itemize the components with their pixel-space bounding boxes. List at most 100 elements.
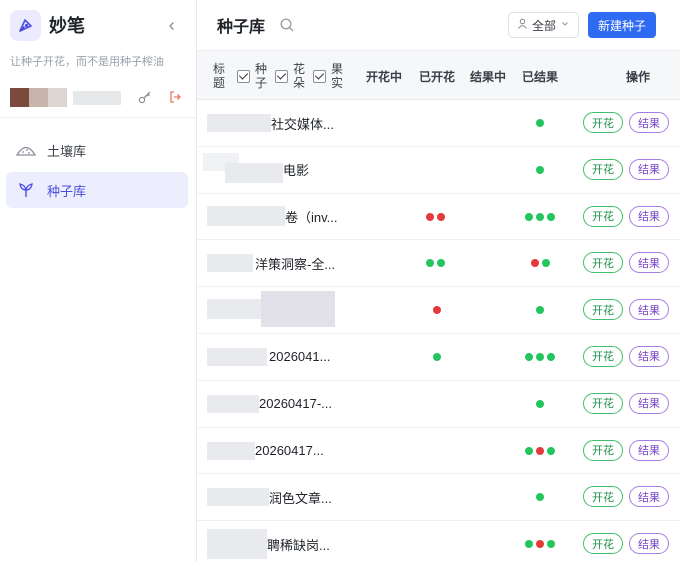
table-row[interactable]: 聘稀缺岗... 开花 结果	[197, 521, 680, 562]
status-dot	[547, 446, 555, 455]
fruited-status	[536, 147, 544, 193]
bloom-button[interactable]: 开花	[583, 392, 623, 414]
logout-icon[interactable]	[168, 90, 182, 109]
table-row[interactable]: 电影 开花 结果	[197, 147, 680, 194]
seed-title[interactable]: 洋策洞察-全...	[255, 240, 335, 286]
status-dot	[547, 212, 555, 221]
status-dot	[536, 306, 544, 315]
fruited-status	[536, 474, 544, 520]
fruited-status	[536, 287, 544, 333]
table-row[interactable]: 2026041... 开花 结果	[197, 334, 680, 381]
fruited-status	[536, 100, 544, 146]
bloom-button[interactable]: 开花	[583, 205, 623, 227]
fruit-button[interactable]: 结果	[629, 392, 669, 414]
column-fruiting[interactable]: 结果中	[470, 51, 506, 101]
fruit-button[interactable]: 结果	[629, 345, 669, 367]
user-name	[73, 90, 121, 105]
column-title[interactable]: 标题	[211, 51, 227, 101]
fruit-button[interactable]: 结果	[629, 299, 669, 321]
fruited-status	[525, 334, 555, 380]
sidebar-item-label: 土壤库	[47, 143, 87, 159]
table-row[interactable]: 洋策洞察-全... 开花 结果	[197, 240, 680, 288]
column-seed: 种子	[255, 62, 268, 90]
seed-title[interactable]: 20260417-...	[259, 381, 332, 427]
bloom-button[interactable]: 开花	[583, 252, 623, 274]
seed-title[interactable]: 20260417...	[255, 428, 324, 474]
column-blooming[interactable]: 开花中	[366, 51, 402, 101]
sidebar-item-seeds[interactable]: 种子库	[6, 172, 188, 208]
new-seed-button[interactable]: 新建种子	[588, 12, 656, 38]
redacted-text	[207, 394, 259, 413]
redacted-text	[207, 441, 255, 460]
checkbox[interactable]	[237, 69, 250, 83]
fruited-status	[525, 428, 555, 474]
app-tagline: 让种子开花，而不是用种子榨油	[10, 56, 164, 68]
seed-title[interactable]: 卷（inv...	[285, 194, 338, 240]
status-dot	[547, 540, 555, 549]
fruit-button[interactable]: 结果	[629, 252, 669, 274]
checkbox[interactable]	[313, 69, 326, 83]
quill-logo-icon	[10, 9, 41, 41]
fruit-button[interactable]: 结果	[629, 158, 669, 180]
table-row[interactable]: 20260417... 开花 结果	[197, 428, 680, 475]
redacted-text	[207, 114, 271, 132]
sidebar-item-soil[interactable]: 土壤库	[6, 132, 188, 168]
collapse-sidebar-icon[interactable]	[164, 18, 180, 34]
bloom-button[interactable]: 开花	[583, 112, 623, 133]
avatar[interactable]	[10, 88, 67, 107]
soil-icon	[16, 142, 36, 158]
bloom-button[interactable]: 开花	[583, 439, 623, 461]
seed-title[interactable]: 2026041...	[269, 334, 330, 380]
bloom-button[interactable]: 开花	[583, 299, 623, 321]
sidebar-nav: 土壤库 种子库	[0, 118, 196, 208]
checkbox[interactable]	[275, 69, 288, 83]
status-dot	[536, 212, 544, 221]
redacted-text	[207, 529, 267, 560]
table-row[interactable]: 社交媒体... 开花 结果	[197, 100, 680, 147]
fruit-button[interactable]: 结果	[629, 439, 669, 461]
seed-title[interactable]: 聘稀缺岗...	[267, 521, 330, 562]
fruit-button[interactable]: 结果	[629, 533, 669, 555]
fruited-status	[531, 240, 550, 286]
user-bar	[0, 78, 196, 118]
bloom-button[interactable]: 开花	[583, 486, 623, 508]
key-icon[interactable]	[138, 90, 152, 109]
fruit-column-toggle[interactable]: 果实	[313, 51, 343, 101]
column-bloomed[interactable]: 已开花	[419, 51, 455, 101]
status-dot	[525, 446, 533, 455]
fruit-button[interactable]: 结果	[629, 486, 669, 508]
bloom-button[interactable]: 开花	[583, 533, 623, 555]
seed-title[interactable]: 社交媒体...	[271, 100, 334, 146]
redacted-text	[207, 254, 253, 273]
seed-column-toggle[interactable]: 种子	[237, 51, 267, 101]
fruit-button[interactable]: 结果	[629, 205, 669, 227]
search-icon[interactable]	[279, 17, 295, 33]
bloom-button[interactable]: 开花	[583, 158, 623, 180]
table-header: 标题 种子 花朵 果实 开花中 已开花 结果中 已结果 操作	[197, 50, 680, 100]
status-dot	[433, 306, 441, 315]
app-name: 妙笔	[49, 16, 85, 36]
fruited-status	[536, 381, 544, 427]
table-row[interactable]: 20260417-... 开花 结果	[197, 381, 680, 428]
redacted-image	[261, 291, 335, 328]
app-window: 妙笔 让种子开花，而不是用种子榨油 土壤库 种子库 种子库 全部 新建种子 标题…	[0, 0, 680, 562]
column-fruited[interactable]: 已结果	[522, 51, 558, 101]
fruited-status	[525, 521, 555, 562]
status-dot	[536, 165, 544, 174]
table-row[interactable]: 开花 结果	[197, 287, 680, 334]
sidebar: 妙笔 让种子开花，而不是用种子榨油 土壤库 种子库	[0, 0, 197, 562]
status-dot	[547, 352, 555, 361]
seed-icon	[16, 182, 36, 198]
table-row[interactable]: 卷（inv... 开花 结果	[197, 194, 680, 241]
bloomed-status	[426, 240, 445, 286]
fruit-button[interactable]: 结果	[629, 112, 669, 133]
status-dot	[525, 352, 533, 361]
seed-title[interactable]: 电影	[283, 147, 309, 193]
seed-title[interactable]: 润色文章...	[269, 474, 332, 520]
flower-column-toggle[interactable]: 花朵	[275, 51, 305, 101]
owner-filter-select[interactable]: 全部	[508, 12, 579, 38]
redacted-text	[207, 347, 267, 366]
bloomed-status	[426, 194, 445, 240]
table-row[interactable]: 润色文章... 开花 结果	[197, 474, 680, 522]
bloom-button[interactable]: 开花	[583, 345, 623, 367]
